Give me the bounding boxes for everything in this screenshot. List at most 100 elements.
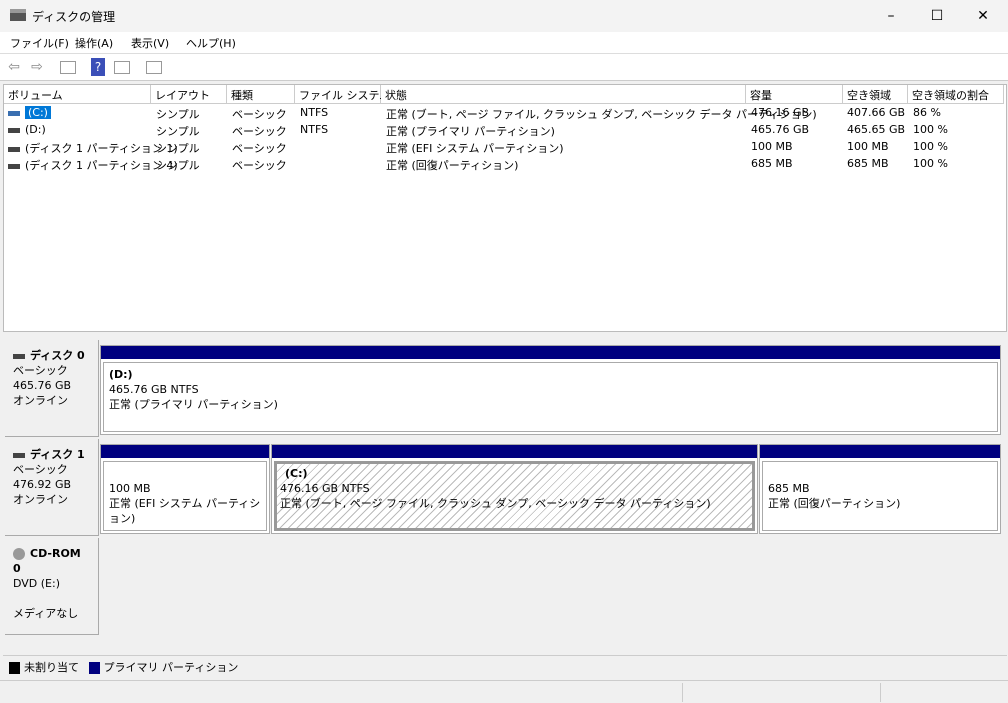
partition-efi[interactable]: 100 MB 正常 (EFI システム パーティション) — [100, 444, 270, 534]
cell-layout: シンプル — [156, 125, 200, 138]
primary-partition-bar — [760, 445, 1000, 458]
partition-size: 465.76 GB NTFS — [109, 383, 199, 396]
cell-capacity: 100 MB — [751, 140, 793, 153]
disk-graph-pane: ディスク 0 ベーシック 465.76 GB オンライン (D:) 465.76 … — [3, 338, 1007, 638]
cell-pct: 100 % — [913, 157, 948, 170]
disk-0-label[interactable]: ディスク 0 ベーシック 465.76 GB オンライン — [5, 340, 99, 437]
column-percent-free[interactable]: 空き領域の割合 — [908, 85, 1004, 104]
primary-partition-swatch — [88, 662, 100, 674]
partition-body: 100 MB 正常 (EFI システム パーティション) — [103, 461, 267, 531]
primary-partition-bar — [101, 346, 1000, 359]
cell-type: ベーシック — [232, 108, 287, 121]
column-volume[interactable]: ボリューム — [4, 85, 151, 104]
status-divider — [682, 683, 683, 702]
volume-row[interactable]: (ディスク 1 パーティション 4) シンプル ベーシック 正常 (回復パーティション… — [4, 156, 1004, 173]
cell-capacity: 685 MB — [751, 157, 793, 170]
partition-d[interactable]: (D:) 465.76 GB NTFS 正常 (プライマリ パーティション) — [100, 345, 1001, 435]
column-capacity[interactable]: 容量 — [746, 85, 843, 104]
cell-type: ベーシック — [232, 159, 287, 172]
disk-type: ベーシック — [13, 364, 68, 377]
volume-row[interactable]: (ディスク 1 パーティション 1) シンプル ベーシック 正常 (EFI システム … — [4, 139, 1004, 156]
disk-1-label[interactable]: ディスク 1 ベーシック 476.92 GB オンライン — [5, 439, 99, 536]
disk-icon — [13, 353, 25, 359]
column-type[interactable]: 種類 — [227, 85, 295, 104]
status-divider — [880, 683, 881, 702]
menu-action[interactable]: 操作(A) — [75, 35, 113, 51]
volume-row[interactable]: (C:) シンプル ベーシック NTFS 正常 (ブート, ページ ファイル, クラッシ… — [4, 105, 1004, 122]
window-title: ディスクの管理 — [32, 10, 116, 24]
cell-status: 正常 (EFI システム パーティション) — [386, 142, 564, 155]
partition-label: (D:) — [109, 368, 133, 381]
partition-recovery[interactable]: 685 MB 正常 (回復パーティション) — [759, 444, 1001, 534]
volume-name: (ディスク 1 パーティション 4) — [25, 159, 178, 172]
maximize-button[interactable]: ☐ — [914, 0, 960, 32]
volume-icon — [8, 127, 20, 133]
properties-icon[interactable] — [146, 61, 162, 74]
cell-name: (ディスク 1 パーティション 1) — [8, 140, 178, 156]
cell-type: ベーシック — [232, 125, 287, 138]
disk-name: ディスク 1 — [30, 448, 85, 461]
cell-pct: 100 % — [913, 123, 948, 136]
cell-layout: シンプル — [156, 159, 200, 172]
show-action-pane-icon[interactable] — [114, 61, 130, 74]
cell-name: (C:) — [8, 106, 51, 119]
column-layout[interactable]: レイアウト — [151, 85, 227, 104]
forward-icon[interactable]: ⇨ — [28, 58, 46, 76]
cell-status: 正常 (プライマリ パーティション) — [386, 125, 555, 138]
partition-body: (D:) 465.76 GB NTFS 正常 (プライマリ パーティション) — [103, 362, 998, 432]
primary-partition-bar — [101, 445, 269, 458]
cell-status: 正常 (回復パーティション) — [386, 159, 519, 172]
show-hide-console-tree-icon[interactable] — [60, 61, 76, 74]
help-icon[interactable]: ? — [91, 58, 105, 76]
disk-name: ディスク 0 — [30, 349, 85, 362]
cdrom-0-label[interactable]: CD-ROM 0 DVD (E:) メディアなし — [5, 538, 99, 635]
cdrom-icon — [13, 548, 25, 560]
primary-partition-bar — [272, 445, 757, 458]
cell-fs: NTFS — [300, 123, 329, 136]
cell-layout: シンプル — [156, 142, 200, 155]
close-button[interactable]: ✕ — [960, 0, 1006, 32]
disk-media: メディアなし — [13, 607, 79, 620]
partition-status: 正常 (回復パーティション) — [768, 497, 901, 510]
partition-size: 685 MB — [768, 482, 810, 495]
disk-icon — [13, 452, 25, 458]
disk-type: ベーシック — [13, 463, 68, 476]
status-bar — [0, 680, 1008, 703]
menu-view[interactable]: 表示(V) — [131, 35, 169, 51]
cell-pct: 86 % — [913, 106, 941, 119]
volume-name: (D:) — [25, 123, 46, 136]
menu-help[interactable]: ヘルプ(H) — [186, 35, 236, 51]
disk-size: 476.92 GB — [13, 478, 72, 491]
column-file-system[interactable]: ファイル システム — [295, 85, 390, 104]
partition-size: 476.16 GB NTFS — [280, 482, 370, 495]
partition-body: 685 MB 正常 (回復パーティション) — [762, 461, 998, 531]
volume-icon — [8, 163, 20, 169]
cell-type: ベーシック — [232, 142, 287, 155]
menu-file[interactable]: ファイル(F) — [10, 35, 69, 51]
title-bar: ディスクの管理 – ☐ ✕ — [0, 0, 1008, 32]
partition-label: (C:) — [285, 467, 308, 480]
disk-state: オンライン — [13, 493, 68, 506]
cell-free: 465.65 GB — [847, 123, 906, 136]
column-free-space[interactable]: 空き領域 — [843, 85, 908, 104]
cell-name: (D:) — [8, 123, 46, 136]
volume-icon — [8, 110, 20, 116]
unallocated-swatch — [9, 662, 20, 674]
partition-c[interactable]: (C:) 476.16 GB NTFS 正常 (ブート, ページ ファイル, クラッ… — [271, 444, 758, 534]
disk-size: 465.76 GB — [13, 379, 72, 392]
cell-name: (ディスク 1 パーティション 4) — [8, 157, 178, 173]
column-status[interactable]: 状態 — [381, 85, 746, 104]
minimize-button[interactable]: – — [868, 0, 914, 32]
cell-free: 407.66 GB — [847, 106, 906, 119]
cell-layout: シンプル — [156, 108, 200, 121]
toolbar: ⇦ ⇨ ? — [0, 54, 1008, 81]
cell-capacity: 476.16 GB — [751, 106, 810, 119]
partition-status: 正常 (EFI システム パーティション) — [109, 497, 261, 525]
cell-pct: 100 % — [913, 140, 948, 153]
disk-state: オンライン — [13, 394, 68, 407]
back-icon[interactable]: ⇦ — [5, 58, 23, 76]
volume-name: (C:) — [25, 106, 51, 119]
volume-row[interactable]: (D:) シンプル ベーシック NTFS 正常 (プライマリ パーティション) 465.7… — [4, 122, 1004, 139]
volume-icon — [8, 146, 20, 152]
disk-type: DVD (E:) — [13, 577, 61, 590]
